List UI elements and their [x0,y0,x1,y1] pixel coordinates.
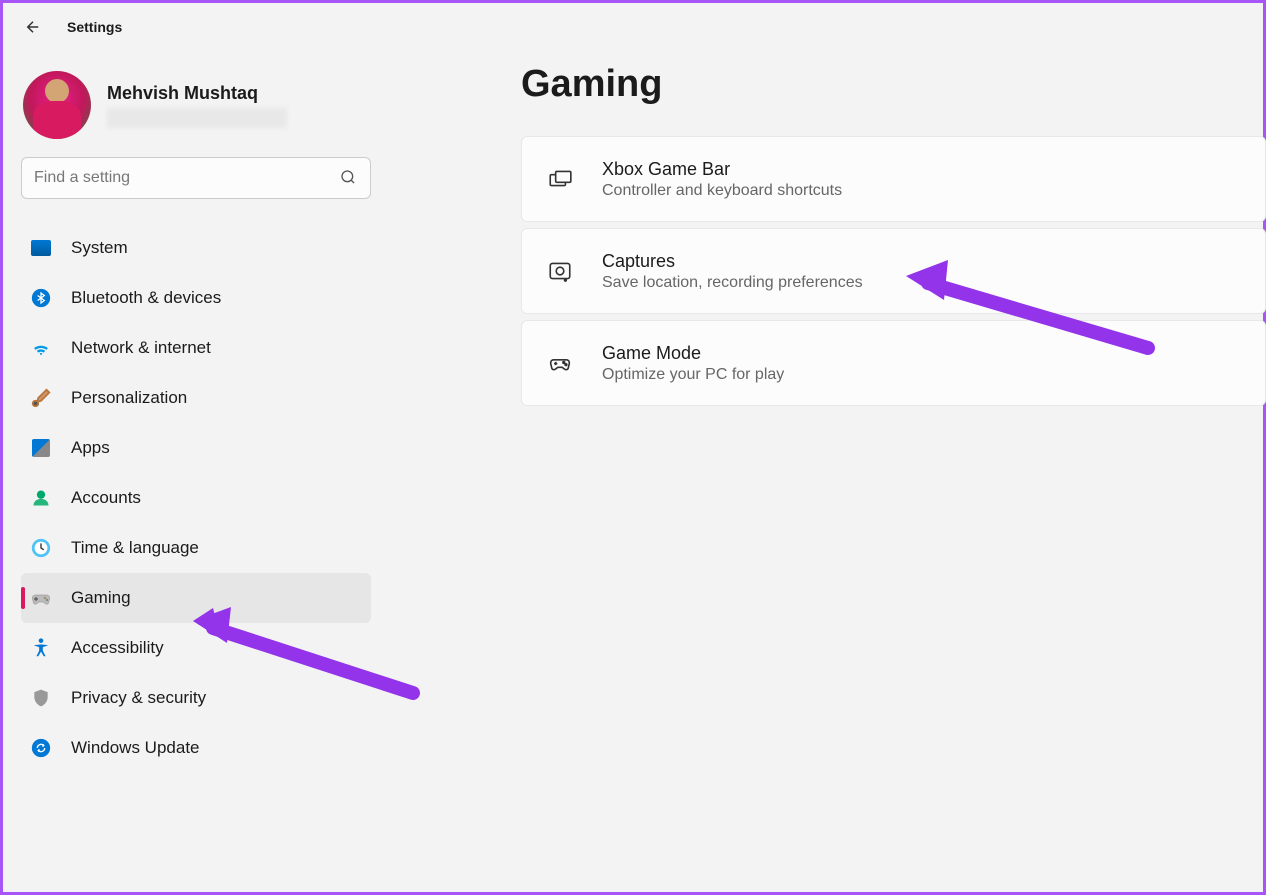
page-title: Gaming [521,63,1266,106]
user-name: Mehvish Mushtaq [107,83,287,104]
sidebar-item-label: Bluetooth & devices [71,288,221,308]
apps-icon [29,436,53,460]
sidebar-item-label: Apps [71,438,110,458]
sidebar-item-bluetooth[interactable]: Bluetooth & devices [21,273,371,323]
sidebar-item-label: Personalization [71,388,187,408]
sidebar-item-apps[interactable]: Apps [21,423,371,473]
system-icon [29,236,53,260]
sidebar-item-accessibility[interactable]: Accessibility [21,623,371,673]
user-email-redacted [107,108,287,128]
gamepad-icon [29,586,53,610]
wifi-icon [29,336,53,360]
nav-list: System Bluetooth & devices Network & int… [21,223,371,773]
gamebar-icon [546,165,574,193]
sidebar-item-label: Accessibility [71,638,164,658]
card-title: Xbox Game Bar [602,159,842,180]
search-icon [340,169,358,187]
avatar [23,71,91,139]
sidebar-item-label: Network & internet [71,338,211,358]
sidebar-item-network[interactable]: Network & internet [21,323,371,373]
update-icon [29,736,53,760]
sidebar-item-privacy[interactable]: Privacy & security [21,673,371,723]
card-title: Game Mode [602,343,784,364]
card-subtitle: Save location, recording preferences [602,274,863,292]
back-button[interactable] [23,17,43,37]
card-title: Captures [602,251,863,272]
brush-icon [29,386,53,410]
user-profile[interactable]: Mehvish Mushtaq [21,63,371,157]
sidebar-item-label: Windows Update [71,738,200,758]
main-content: Gaming Xbox Game Bar Controller and keyb… [371,3,1266,892]
card-game-mode[interactable]: Game Mode Optimize your PC for play [521,320,1266,406]
person-icon [29,486,53,510]
card-xbox-game-bar[interactable]: Xbox Game Bar Controller and keyboard sh… [521,136,1266,222]
sidebar-item-label: Privacy & security [71,688,206,708]
sidebar-item-label: Gaming [71,588,131,608]
window-title: Settings [67,19,122,35]
captures-icon [546,257,574,285]
accessibility-icon [29,636,53,660]
card-subtitle: Controller and keyboard shortcuts [602,182,842,200]
sidebar: Mehvish Mushtaq System Bluetooth & devic… [3,3,371,892]
sidebar-item-accounts[interactable]: Accounts [21,473,371,523]
sidebar-item-label: System [71,238,128,258]
card-captures[interactable]: Captures Save location, recording prefer… [521,228,1266,314]
sidebar-item-update[interactable]: Windows Update [21,723,371,773]
bluetooth-icon [29,286,53,310]
sidebar-item-personalization[interactable]: Personalization [21,373,371,423]
sidebar-item-gaming[interactable]: Gaming [21,573,371,623]
sidebar-item-label: Accounts [71,488,141,508]
gamemode-icon [546,349,574,377]
clock-icon [29,536,53,560]
shield-icon [29,686,53,710]
settings-list: Xbox Game Bar Controller and keyboard sh… [521,136,1266,406]
header-bar: Settings [3,3,122,51]
card-subtitle: Optimize your PC for play [602,366,784,384]
search-input-container[interactable] [21,157,371,199]
sidebar-item-system[interactable]: System [21,223,371,273]
search-input[interactable] [34,169,340,187]
sidebar-item-label: Time & language [71,538,199,558]
sidebar-item-time[interactable]: Time & language [21,523,371,573]
